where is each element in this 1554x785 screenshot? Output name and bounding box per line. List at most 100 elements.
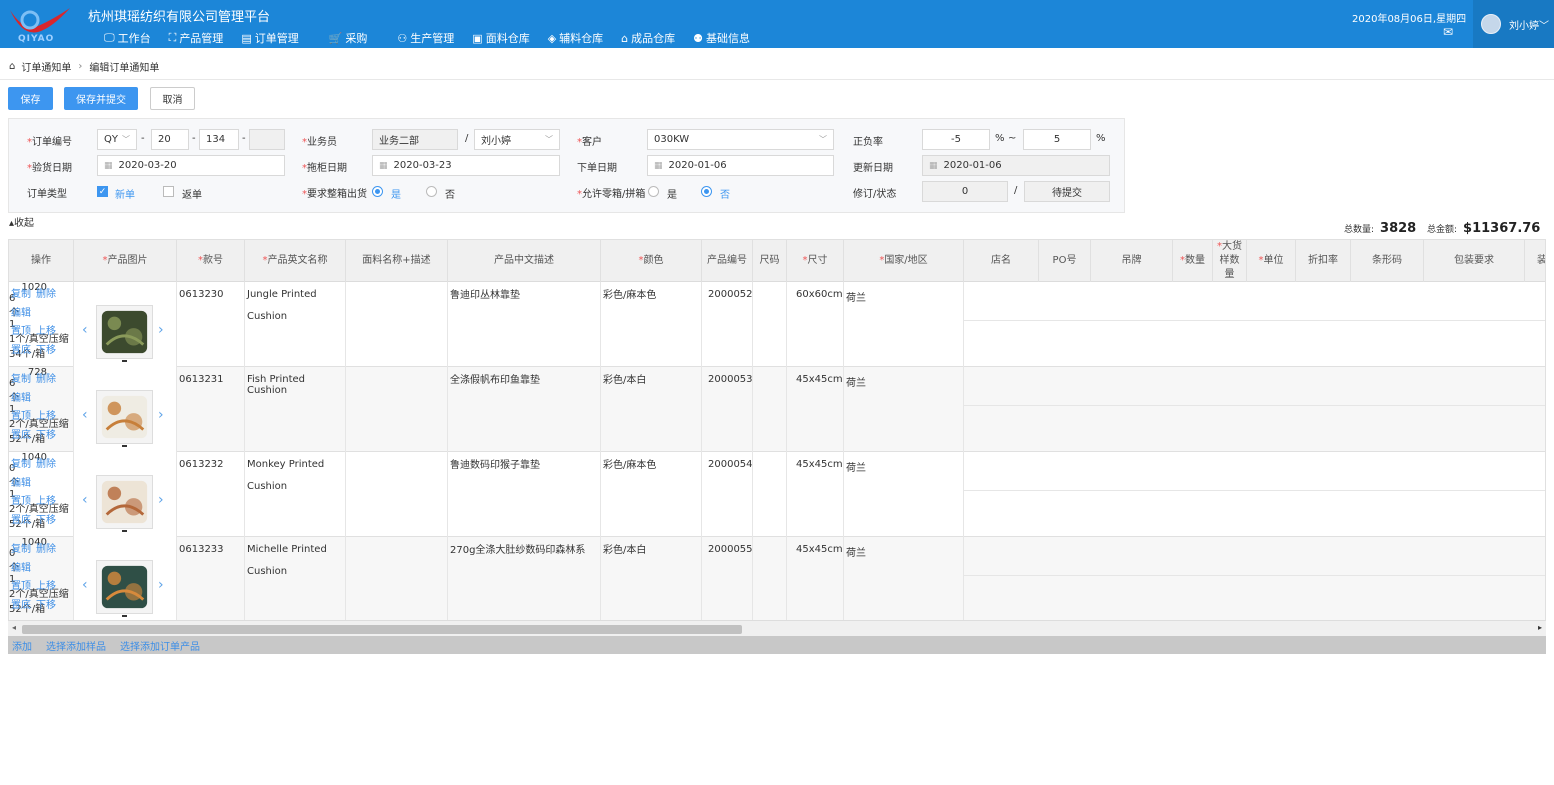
- add-order-product-link[interactable]: 选择添加订单产品: [120, 638, 200, 653]
- product-image-cell: ‹ ›: [74, 537, 177, 622]
- chevron-right-icon[interactable]: ›: [158, 322, 164, 338]
- edit-link[interactable]: 编辑: [11, 474, 31, 489]
- scrollbar-thumb[interactable]: [22, 625, 742, 634]
- move-up-link[interactable]: 上移: [36, 322, 56, 337]
- col-dimension: * 尺寸: [787, 240, 844, 282]
- order-type-new-checkbox[interactable]: ✓: [97, 186, 108, 197]
- nav-item-orders[interactable]: ▤ 订单管理: [241, 30, 298, 46]
- nav-item-products[interactable]: ⛶ 产品管理: [169, 30, 224, 46]
- tolerance-max-input[interactable]: 5: [1023, 129, 1091, 150]
- order-no-part2-input[interactable]: 134: [199, 129, 239, 150]
- inspect-date-picker[interactable]: ▦ 2020-03-20: [97, 155, 285, 176]
- mixed-box-yes-radio[interactable]: [648, 186, 659, 197]
- chevron-right-icon[interactable]: ›: [158, 407, 164, 423]
- nav-item-accessory-warehouse[interactable]: ◈ 辅料仓库: [548, 30, 603, 46]
- cancel-button[interactable]: 取消: [150, 87, 195, 110]
- order-no-prefix-select[interactable]: QY ﹀: [97, 129, 137, 150]
- chevron-left-icon[interactable]: ‹: [82, 407, 88, 423]
- copy-link[interactable]: 复制: [11, 455, 31, 470]
- move-top-link[interactable]: 置顶: [11, 322, 31, 337]
- copy-link[interactable]: 复制: [11, 370, 31, 385]
- layers-icon: ◈: [547, 31, 557, 45]
- nav-item-production[interactable]: ⚇ 生产管理: [397, 30, 454, 46]
- monitor-icon: 🖵: [104, 31, 115, 44]
- country-cell: 荷兰: [844, 282, 964, 367]
- move-bottom-link[interactable]: 置底: [11, 341, 31, 356]
- horizontal-scrollbar[interactable]: ◂ ▸: [8, 620, 1546, 636]
- move-top-link[interactable]: 置顶: [11, 492, 31, 507]
- whole-box-no-radio[interactable]: [426, 186, 437, 197]
- product-thumbnail[interactable]: [96, 475, 153, 529]
- mixed-box-no-radio[interactable]: [701, 186, 712, 197]
- product-thumbnail[interactable]: [96, 305, 153, 359]
- home-icon[interactable]: ⌂: [9, 61, 15, 72]
- move-down-link[interactable]: 下移: [36, 596, 56, 611]
- move-down-link[interactable]: 下移: [36, 341, 56, 356]
- delete-link[interactable]: 删除: [36, 285, 56, 300]
- edit-link[interactable]: 编辑: [11, 559, 31, 574]
- salesman-select[interactable]: 刘小婷 ﹀: [474, 129, 560, 150]
- dimension-cell: 60x60cm: [787, 282, 844, 367]
- move-bottom-link[interactable]: 置底: [11, 596, 31, 611]
- nav-item-finished-warehouse[interactable]: ⌂ 成品仓库: [621, 30, 675, 46]
- move-up-link[interactable]: 上移: [36, 577, 56, 592]
- dimension-cell: 45x45cm: [787, 452, 844, 537]
- code-cell: 2000052: [702, 282, 753, 367]
- move-up-link[interactable]: 上移: [36, 407, 56, 422]
- col-qty: * 数量: [1173, 240, 1213, 282]
- chevron-left-icon[interactable]: ‹: [82, 492, 88, 508]
- nav-item-basic-info[interactable]: ⚉ 基础信息: [693, 30, 750, 46]
- collapse-toggle[interactable]: ▴收起: [9, 214, 34, 229]
- fabric-cell: [346, 537, 448, 622]
- table-row: 复制 删除 编辑 置顶 上移 置底 下移 ‹ › 06: [9, 537, 1545, 622]
- breadcrumb-root[interactable]: 订单通知单: [21, 59, 71, 74]
- copy-link[interactable]: 复制: [11, 540, 31, 555]
- order-no-part1-input[interactable]: 20: [151, 129, 189, 150]
- copy-link[interactable]: 复制: [11, 285, 31, 300]
- move-down-link[interactable]: 下移: [36, 426, 56, 441]
- chevron-left-icon[interactable]: ‹: [82, 577, 88, 593]
- nav-item-fabric-warehouse[interactable]: ▣ 面料仓库: [472, 30, 529, 46]
- divider: [0, 79, 1554, 80]
- move-up-link[interactable]: 上移: [36, 492, 56, 507]
- scroll-right-icon[interactable]: ▸: [1538, 623, 1542, 632]
- chevron-right-icon[interactable]: ›: [158, 492, 164, 508]
- delete-link[interactable]: 删除: [36, 455, 56, 470]
- add-sample-link[interactable]: 选择添加样品: [46, 638, 106, 653]
- order-date-picker[interactable]: ▦ 2020-01-06: [647, 155, 834, 176]
- product-thumbnail[interactable]: [96, 560, 153, 614]
- user-menu[interactable]: 刘小婷 ﹀: [1473, 0, 1554, 48]
- save-submit-button[interactable]: 保存并提交: [64, 87, 138, 110]
- product-thumbnail[interactable]: [96, 390, 153, 444]
- order-no-part3-input[interactable]: [249, 129, 285, 150]
- edit-link[interactable]: 编辑: [11, 304, 31, 319]
- tolerance-min-input[interactable]: -5: [922, 129, 990, 150]
- chevron-left-icon[interactable]: ‹: [82, 322, 88, 338]
- box-icon: ▣: [472, 31, 483, 45]
- container-date-picker[interactable]: ▦ 2020-03-23: [372, 155, 560, 176]
- scroll-left-icon[interactable]: ◂: [12, 623, 16, 632]
- product-image-cell: ‹ ›: [74, 367, 177, 452]
- customer-select[interactable]: 030KW ﹀: [647, 129, 834, 150]
- move-top-link[interactable]: 置顶: [11, 407, 31, 422]
- delete-link[interactable]: 删除: [36, 370, 56, 385]
- edit-link[interactable]: 编辑: [11, 389, 31, 404]
- nav-item-workbench[interactable]: 🖵 工作台: [104, 30, 151, 46]
- move-bottom-link[interactable]: 置底: [11, 426, 31, 441]
- move-top-link[interactable]: 置顶: [11, 577, 31, 592]
- add-link[interactable]: 添加: [12, 638, 32, 653]
- move-bottom-link[interactable]: 置底: [11, 511, 31, 526]
- whole-box-yes-radio[interactable]: [372, 186, 383, 197]
- order-type-return-checkbox[interactable]: [163, 186, 174, 197]
- order-product-table: 操作 * 产品图片 * 款号 * 产品英文名称 面料名称+描述 产品中文描述 * 颜色 …: [8, 239, 1546, 636]
- save-button[interactable]: 保存: [8, 87, 53, 110]
- col-tag: 吊牌: [1091, 240, 1173, 282]
- style-cell: 0613231: [177, 367, 245, 452]
- chevron-right-icon[interactable]: ›: [158, 577, 164, 593]
- nav-item-purchase[interactable]: 🛒 采购: [329, 30, 368, 46]
- mail-icon[interactable]: ✉: [1443, 25, 1453, 39]
- whole-box-no-label: 否: [445, 190, 455, 201]
- move-down-link[interactable]: 下移: [36, 511, 56, 526]
- col-color: * 颜色: [601, 240, 702, 282]
- delete-link[interactable]: 删除: [36, 540, 56, 555]
